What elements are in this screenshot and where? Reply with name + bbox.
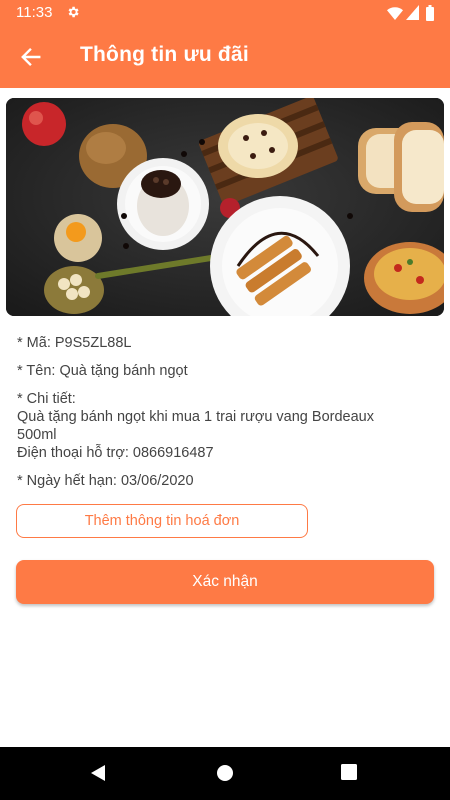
voucher-detail: * Chi tiết: Quà tặng bánh ngọt khi mua 1… xyxy=(17,390,437,462)
battery-icon xyxy=(426,5,434,21)
recents-square-icon[interactable] xyxy=(341,764,357,780)
detail-text: Quà tặng bánh ngọt khi mua 1 trai rượu v… xyxy=(17,408,437,462)
voucher-detail-screen: 11:33 Thông tin ưu đãi * Mã: P9S5ZL88L *… xyxy=(0,0,450,800)
wifi-icon xyxy=(387,7,403,20)
back-triangle-icon[interactable] xyxy=(89,764,107,782)
add-invoice-button[interactable]: Thêm thông tin hoá đơn xyxy=(16,504,308,538)
gear-icon xyxy=(68,6,79,18)
voucher-code: * Mã: P9S5ZL88L xyxy=(17,335,132,351)
detail-line: 500ml xyxy=(17,427,57,443)
detail-label: * Chi tiết: xyxy=(17,391,76,407)
cell-signal-icon xyxy=(406,5,419,20)
food-photo xyxy=(6,98,444,316)
voucher-expiry: * Ngày hết hạn: 03/06/2020 xyxy=(17,473,194,489)
voucher-hero-image xyxy=(6,98,444,316)
home-circle-icon[interactable] xyxy=(216,764,234,782)
confirm-button[interactable]: Xác nhận xyxy=(16,560,434,604)
detail-phone: Điện thoại hỗ trợ: 0866916487 xyxy=(17,445,214,461)
voucher-info: * Mã: P9S5ZL88L * Tên: Quà tặng bánh ngọ… xyxy=(17,334,437,500)
voucher-name: * Tên: Quà tặng bánh ngọt xyxy=(17,363,188,379)
detail-line: Quà tặng bánh ngọt khi mua 1 trai rượu v… xyxy=(17,409,374,425)
system-nav-bar xyxy=(0,747,450,800)
arrow-left-icon[interactable] xyxy=(20,46,42,68)
status-bar: 11:33 xyxy=(0,0,450,26)
app-bar: Thông tin ưu đãi xyxy=(0,26,450,88)
status-time: 11:33 xyxy=(16,4,53,21)
page-title: Thông tin ưu đãi xyxy=(80,43,249,66)
